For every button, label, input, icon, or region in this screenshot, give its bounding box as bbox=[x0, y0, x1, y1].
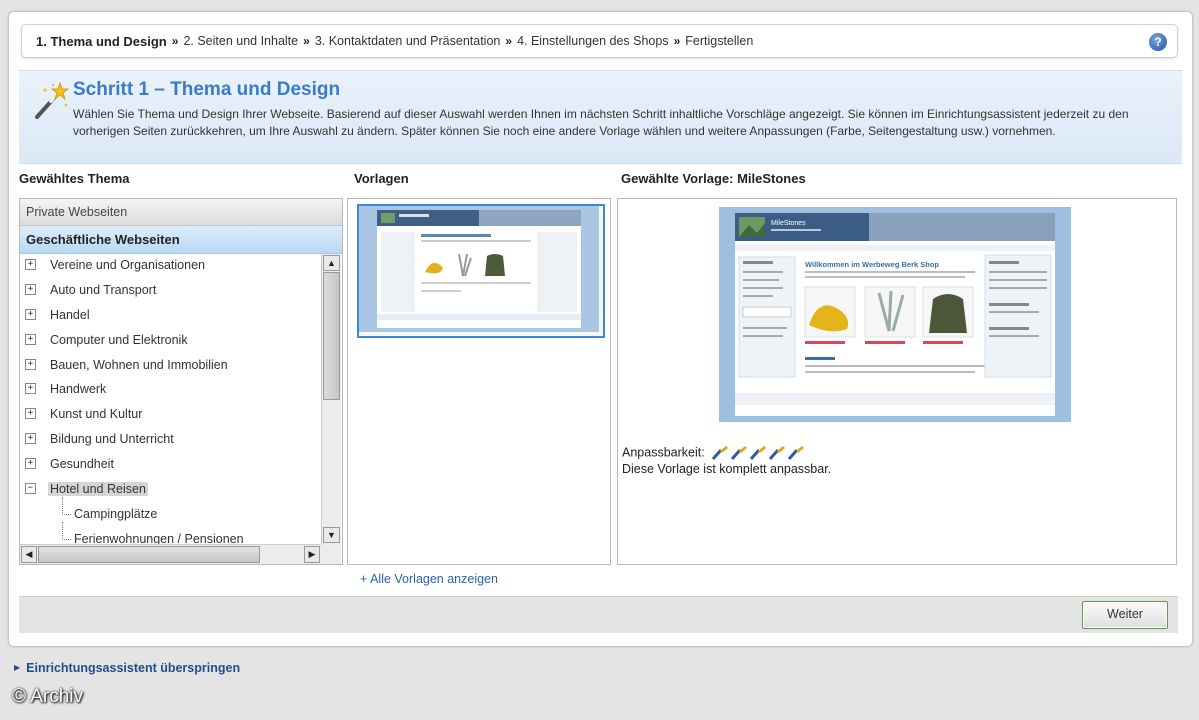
templates-list bbox=[347, 198, 611, 565]
tree-item-handwerk[interactable]: + Handwerk bbox=[20, 378, 321, 403]
templates-heading: Vorlagen bbox=[354, 171, 409, 186]
triangle-right-icon: ▶ bbox=[14, 663, 21, 672]
preview-welcome: Willkommen im Werbeweg Berk Shop bbox=[805, 260, 939, 269]
theme-heading: Gewähltes Thema bbox=[19, 171, 130, 186]
tree-item-ferienwohnungen[interactable]: Ferienwohnungen / Pensionen bbox=[20, 521, 321, 544]
breadcrumb-step-1[interactable]: 1. Thema und Design bbox=[36, 34, 167, 49]
next-button[interactable]: Weiter bbox=[1082, 601, 1168, 629]
step-header: Schritt 1 – Thema und Design Wählen Sie … bbox=[19, 70, 1182, 164]
scroll-thumb[interactable] bbox=[323, 272, 340, 400]
tree-item-gesundheit[interactable]: + Gesundheit bbox=[20, 453, 321, 478]
preview-site-name: MileStones bbox=[771, 220, 806, 227]
tree-item-kunst[interactable]: + Kunst und Kultur bbox=[20, 403, 321, 428]
paintbrush-rating-icon bbox=[712, 446, 805, 460]
tree-item-label: Handwerk bbox=[50, 382, 107, 397]
breadcrumb-step-4[interactable]: 4. Einstellungen des Shops bbox=[517, 34, 669, 48]
question-icon[interactable]: ? bbox=[1149, 33, 1167, 51]
theme-tree: + Vereine und Organisationen + Auto und … bbox=[20, 254, 321, 544]
breadcrumb-separator: » bbox=[171, 34, 179, 48]
breadcrumb: 1. Thema und Design » 2. Seiten und Inha… bbox=[21, 24, 1178, 58]
theme-selector: Private Webseiten Geschäftliche Webseite… bbox=[19, 198, 343, 565]
adaptability-label: Anpassbarkeit: bbox=[622, 445, 705, 460]
scroll-right-icon[interactable]: ▶ bbox=[304, 546, 320, 563]
vertical-scrollbar[interactable]: ▲ ▼ bbox=[321, 254, 341, 544]
watermark: © Archiv bbox=[12, 686, 84, 707]
breadcrumb-separator: » bbox=[505, 34, 513, 48]
tree-item-label: Vereine und Organisationen bbox=[50, 258, 205, 272]
tree-item-label: Handel bbox=[50, 307, 90, 322]
scroll-up-icon[interactable]: ▲ bbox=[323, 255, 340, 271]
scroll-thumb[interactable] bbox=[38, 546, 260, 563]
breadcrumb-step-finish[interactable]: Fertigstellen bbox=[685, 34, 753, 48]
skip-wizard-label: Einrichtungsassistent überspringen bbox=[26, 661, 241, 675]
expand-plus-icon[interactable]: + bbox=[25, 358, 36, 370]
tree-item-computer[interactable]: + Computer und Elektronik bbox=[20, 329, 321, 354]
show-all-templates-link[interactable]: + Alle Vorlagen anzeigen bbox=[360, 572, 498, 586]
tree-item-bildung[interactable]: + Bildung und Unterricht bbox=[20, 428, 321, 453]
tree-item-bauen[interactable]: + Bauen, Wohnen und Immobilien bbox=[20, 354, 321, 379]
breadcrumb-step-2[interactable]: 2. Seiten und Inhalte bbox=[183, 34, 298, 48]
expand-plus-icon[interactable]: + bbox=[25, 283, 36, 295]
adaptability-rating: Anpassbarkeit: bbox=[622, 444, 809, 462]
expand-plus-icon[interactable]: + bbox=[25, 408, 36, 420]
tree-item-label: Gesundheit bbox=[50, 457, 114, 472]
tree-item-auto[interactable]: + Auto und Transport bbox=[20, 279, 321, 304]
breadcrumb-separator: » bbox=[303, 34, 310, 48]
tree-item-label: Bauen, Wohnen und Immobilien bbox=[50, 357, 228, 372]
expand-plus-icon[interactable]: + bbox=[25, 383, 36, 395]
breadcrumb-separator: » bbox=[673, 34, 681, 48]
breadcrumb-step-3[interactable]: 3. Kontaktdaten und Präsentation bbox=[315, 34, 501, 48]
horizontal-scrollbar[interactable]: ◀ ▶ bbox=[20, 544, 321, 564]
step-description: Wählen Sie Thema und Design Ihrer Websei… bbox=[73, 107, 1129, 138]
template-thumbnail-image bbox=[359, 206, 599, 332]
preview-heading: Gewählte Vorlage: MileStones bbox=[621, 171, 806, 186]
template-preview-image[interactable]: MileStones Willkommen im Werbeweg Berk S… bbox=[719, 207, 1071, 422]
template-preview: MileStones Willkommen im Werbeweg Berk S… bbox=[617, 198, 1177, 565]
category-business-websites[interactable]: Geschäftliche Webseiten bbox=[20, 226, 342, 254]
expand-plus-icon[interactable]: + bbox=[25, 259, 36, 270]
expand-plus-icon[interactable]: + bbox=[25, 433, 36, 445]
tree-item-label: Computer und Elektronik bbox=[50, 332, 188, 347]
template-thumbnail-milestones[interactable] bbox=[357, 204, 605, 338]
tree-item-handel[interactable]: + Handel bbox=[20, 304, 321, 329]
tree-item-label: Hotel und Reisen bbox=[48, 482, 148, 497]
collapse-minus-icon[interactable]: − bbox=[25, 483, 36, 495]
tree-item-label: Auto und Transport bbox=[50, 282, 157, 297]
magic-wand-icon bbox=[35, 81, 69, 119]
adaptability-description: Diese Vorlage ist komplett anpassbar. bbox=[622, 462, 832, 476]
expand-plus-icon[interactable]: + bbox=[25, 308, 36, 320]
scroll-down-icon[interactable]: ▼ bbox=[323, 527, 340, 543]
tree-item-label: Ferienwohnungen / Pensionen bbox=[74, 531, 244, 544]
tree-item-vereine[interactable]: + Vereine und Organisationen bbox=[20, 254, 321, 279]
step-title: Schritt 1 – Thema und Design bbox=[73, 79, 341, 100]
expand-plus-icon[interactable]: + bbox=[25, 458, 36, 470]
tree-item-label: Campingplätze bbox=[74, 506, 158, 521]
footer-bar: Weiter bbox=[19, 596, 1178, 633]
expand-plus-icon[interactable]: + bbox=[25, 333, 36, 345]
tree-item-label: Bildung und Unterricht bbox=[50, 432, 174, 447]
category-private-websites[interactable]: Private Webseiten bbox=[20, 199, 342, 226]
tree-item-label: Kunst und Kultur bbox=[50, 407, 143, 422]
scroll-left-icon[interactable]: ◀ bbox=[21, 546, 37, 563]
skip-wizard-link[interactable]: ▶ Einrichtungsassistent überspringen bbox=[14, 661, 240, 675]
